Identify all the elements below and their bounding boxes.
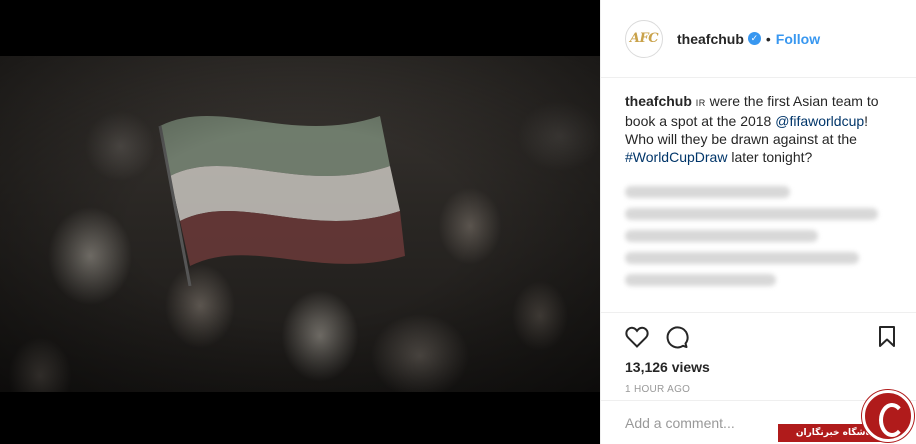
blurred-comment-line bbox=[625, 252, 859, 264]
action-icons bbox=[623, 319, 901, 355]
country-code: IR bbox=[695, 98, 706, 108]
comment-icon[interactable] bbox=[663, 323, 691, 351]
post-caption: theafchub IR were the first Asian team t… bbox=[601, 78, 916, 166]
separator-dot: • bbox=[765, 30, 771, 47]
watermark-logo: باشگاه خبرنگاران bbox=[778, 388, 916, 444]
blurred-comment-line bbox=[625, 186, 790, 198]
post-header: AFC theafchub ✓ • Follow bbox=[601, 0, 916, 78]
heart-icon[interactable] bbox=[623, 323, 651, 351]
blurred-comments bbox=[601, 166, 916, 286]
watermark-emblem-icon bbox=[862, 390, 914, 442]
post-sidebar: AFC theafchub ✓ • Follow theafchub IR we… bbox=[600, 0, 916, 444]
photo-vignette bbox=[0, 56, 600, 392]
blurred-comment-line bbox=[625, 230, 818, 242]
follow-button[interactable]: Follow bbox=[776, 31, 820, 47]
view-count[interactable]: 13,126 views bbox=[623, 359, 901, 375]
username-link[interactable]: theafchub bbox=[677, 31, 744, 47]
caption-username[interactable]: theafchub bbox=[625, 93, 692, 109]
caption-text-3: later tonight? bbox=[727, 149, 813, 165]
post-media[interactable] bbox=[0, 0, 600, 444]
avatar[interactable]: AFC bbox=[625, 19, 663, 58]
verified-check-icon: ✓ bbox=[747, 32, 761, 45]
blurred-comment-line bbox=[625, 274, 777, 286]
blurred-comment-line bbox=[625, 208, 878, 220]
post-photo[interactable] bbox=[0, 56, 600, 392]
mention-link[interactable]: @fifaworldcup bbox=[775, 113, 864, 129]
bookmark-icon[interactable] bbox=[873, 323, 901, 351]
post-actions: 13,126 views 1 HOUR AGO bbox=[601, 312, 916, 395]
hashtag-link[interactable]: #WorldCupDraw bbox=[625, 149, 727, 165]
